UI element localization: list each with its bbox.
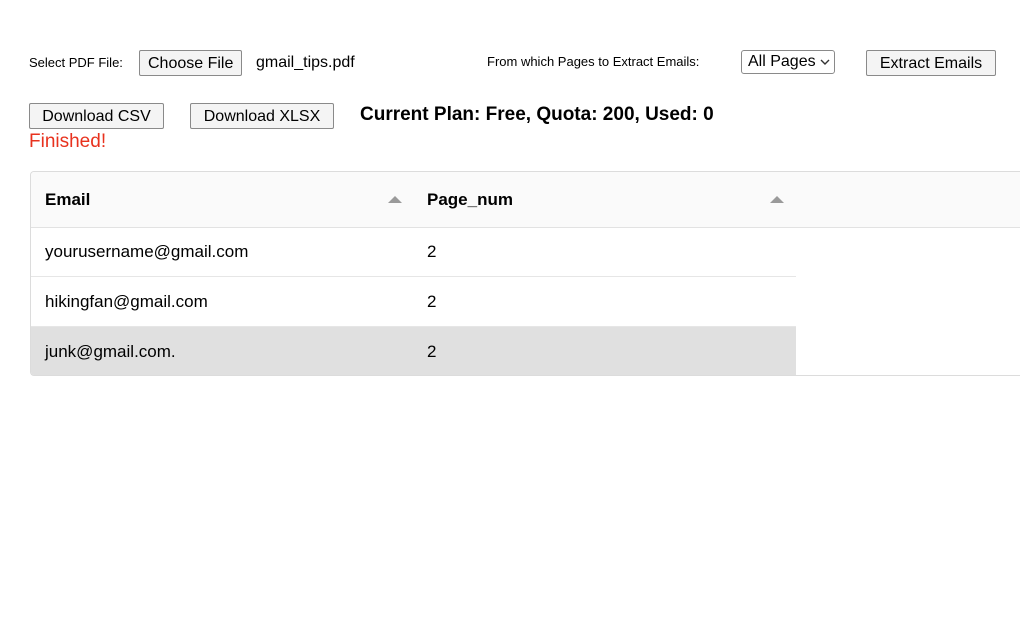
table-row[interactable]: junk@gmail.com. 2 [31,327,796,375]
page-num-cell: 2 [427,242,437,261]
download-xlsx-button[interactable]: Download XLSX [190,103,334,129]
column-header-page-num[interactable]: Page_num [413,172,796,227]
download-csv-button[interactable]: Download CSV [29,103,164,129]
select-pdf-label: Select PDF File: [29,55,123,70]
sort-asc-icon[interactable] [770,196,784,203]
column-header-email[interactable]: Email [31,172,413,227]
selected-file-name: gmail_tips.pdf [256,54,355,71]
column-header-page-num-label: Page_num [427,190,513,209]
sort-asc-icon[interactable] [388,196,402,203]
column-header-email-label: Email [45,190,91,209]
pages-select-label: From which Pages to Extract Emails: [487,54,700,69]
page-num-cell: 2 [427,292,437,311]
email-cell: hikingfan@gmail.com [45,292,208,311]
choose-file-button[interactable]: Choose File [139,50,243,76]
plan-info: Current Plan: Free, Quota: 200, Used: 0 [360,104,714,125]
page-num-cell: 2 [427,342,437,361]
results-table: Email Page_num yourusername@gmail.com 2 … [30,171,1020,376]
table-row[interactable]: hikingfan@gmail.com 2 [31,277,796,327]
chevron-down-icon [820,59,830,65]
table-header: Email Page_num [31,172,1020,228]
email-cell: junk@gmail.com. [45,342,176,361]
email-extractor-page: Select PDF File: Choose File gmail_tips.… [0,0,1020,638]
table-row[interactable]: yourusername@gmail.com 2 [31,227,796,277]
pages-select-value: All Pages [748,53,816,70]
email-cell: yourusername@gmail.com [45,242,249,261]
extract-emails-button[interactable]: Extract Emails [866,50,996,76]
pages-select[interactable]: All Pages [741,50,835,74]
status-message: Finished! [29,131,107,152]
